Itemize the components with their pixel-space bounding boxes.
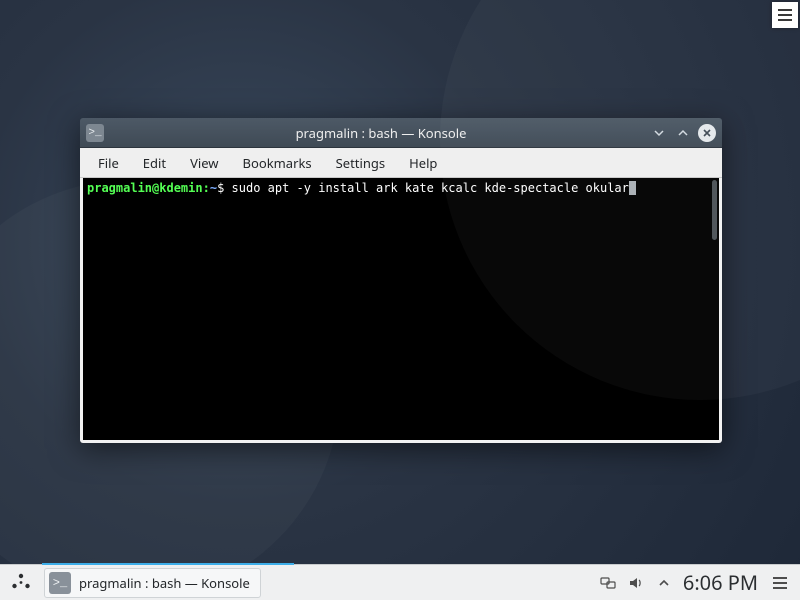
terminal-frame: pragmalin@kdemin:~$ sudo apt -y install … [80, 178, 722, 443]
konsole-task-icon: >_ [49, 572, 71, 594]
terminal-cursor [629, 181, 636, 195]
menu-help[interactable]: Help [397, 149, 449, 177]
window-minimize-button[interactable] [650, 124, 668, 142]
menu-view[interactable]: View [178, 149, 230, 177]
prompt-path: ~ [210, 181, 217, 195]
prompt-symbol: $ [217, 181, 224, 195]
network-tray-icon[interactable] [599, 574, 617, 592]
chevron-down-icon [653, 127, 665, 139]
konsole-window: >_ pragmalin : bash — Konsole File Edit … [80, 118, 722, 443]
chevron-up-icon [659, 578, 669, 588]
window-close-button[interactable] [698, 124, 716, 142]
window-title: pragmalin : bash — Konsole [112, 124, 650, 142]
volume-icon [628, 575, 644, 591]
tray-expand-arrow[interactable] [655, 574, 673, 592]
menu-file[interactable]: File [86, 149, 131, 177]
panel-settings-button[interactable] [768, 571, 792, 595]
menu-settings[interactable]: Settings [324, 149, 397, 177]
close-icon [702, 128, 712, 138]
application-launcher[interactable] [0, 565, 42, 600]
menu-bookmarks[interactable]: Bookmarks [231, 149, 324, 177]
konsole-app-icon: >_ [86, 124, 104, 142]
prompt-userhost: pragmalin@kdemin [87, 181, 203, 195]
hamburger-icon [778, 14, 792, 16]
window-titlebar[interactable]: >_ pragmalin : bash — Konsole [80, 118, 722, 148]
task-progress-indicator [42, 563, 294, 565]
menu-edit[interactable]: Edit [131, 149, 178, 177]
desktop-menu-button[interactable] [772, 2, 798, 28]
menubar: File Edit View Bookmarks Settings Help [80, 148, 722, 178]
taskbar-clock[interactable]: 6:06 PM [683, 569, 758, 596]
volume-tray-icon[interactable] [627, 574, 645, 592]
hamburger-icon [773, 582, 787, 584]
system-tray: 6:06 PM [591, 569, 800, 596]
chevron-up-icon [677, 127, 689, 139]
taskbar-entry-konsole[interactable]: >_ pragmalin : bash — Konsole [44, 568, 261, 598]
kde-logo-icon [8, 570, 34, 596]
terminal-scrollbar[interactable] [712, 180, 717, 240]
window-maximize-button[interactable] [674, 124, 692, 142]
taskbar: >_ pragmalin : bash — Konsole 6:06 PM [0, 564, 800, 600]
taskbar-entry-label: pragmalin : bash — Konsole [79, 574, 250, 592]
terminal[interactable]: pragmalin@kdemin:~$ sudo apt -y install … [83, 178, 719, 440]
terminal-command: sudo apt -y install ark kate kcalc kde-s… [232, 181, 629, 195]
network-icon [600, 575, 616, 591]
prompt-sep: : [203, 181, 210, 195]
